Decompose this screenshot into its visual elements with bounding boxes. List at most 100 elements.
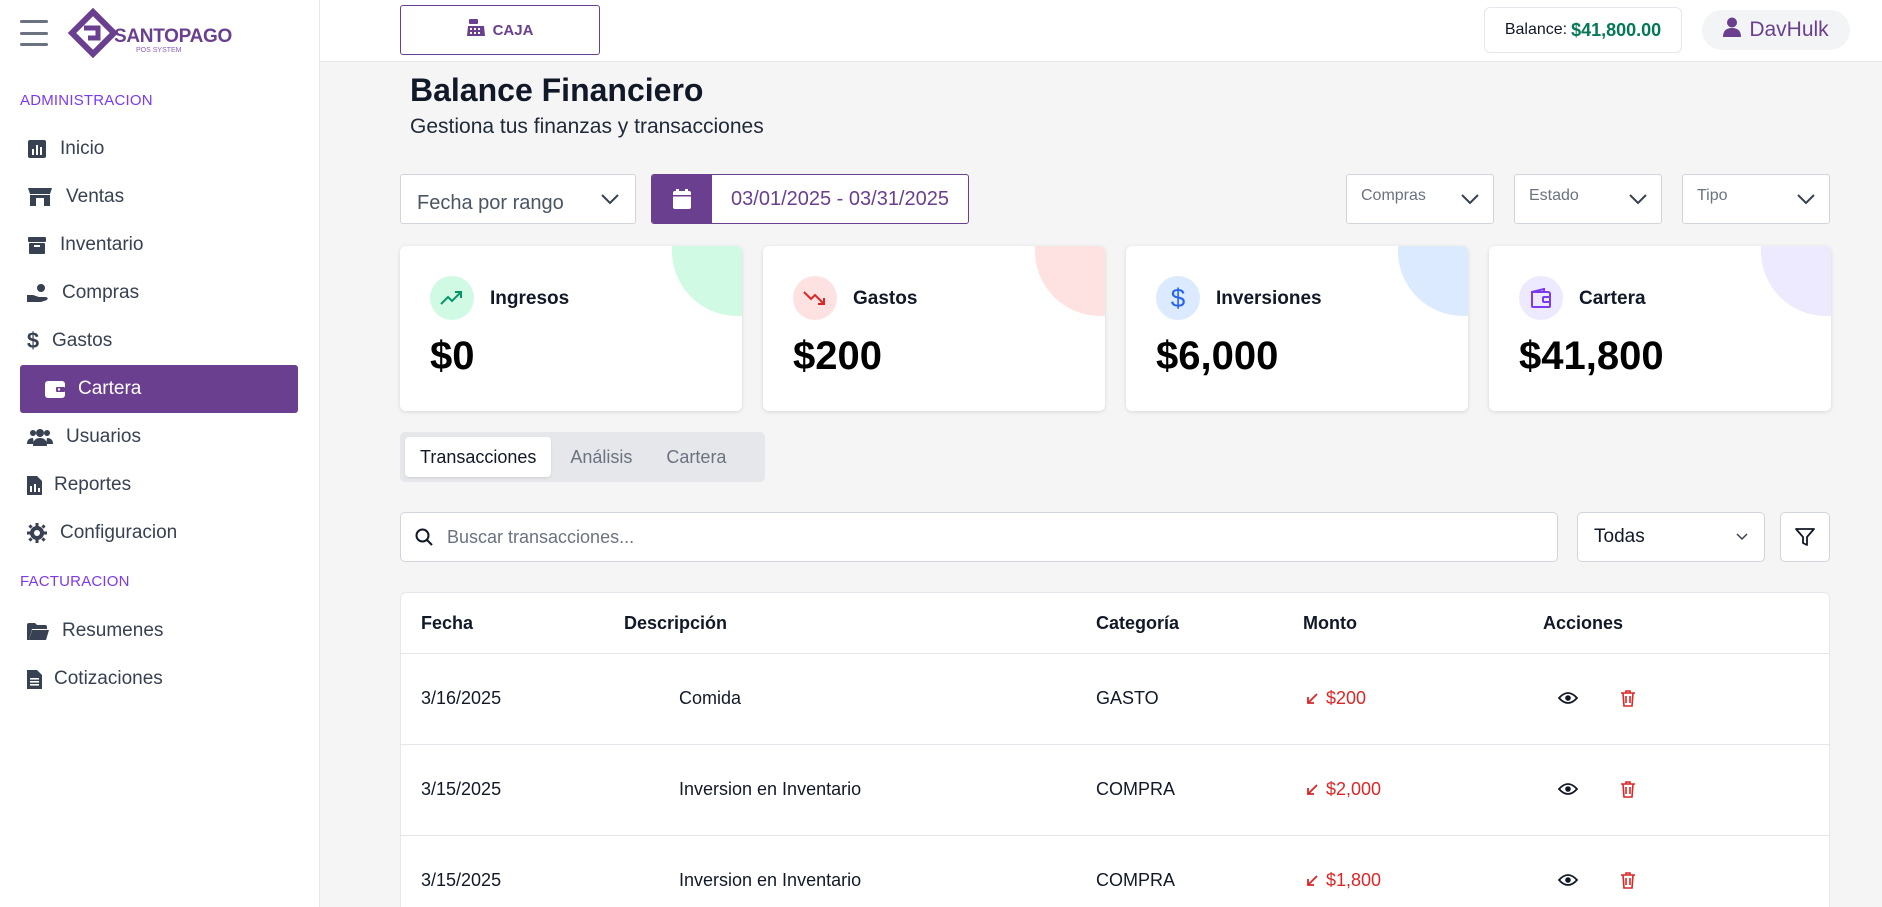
- compras-filter-select[interactable]: Compras: [1346, 174, 1494, 224]
- chart-icon: [26, 138, 48, 160]
- sidebar-item-label: Compras: [62, 282, 140, 303]
- user-menu[interactable]: DavHulk: [1702, 10, 1850, 50]
- section-label-billing: FACTURACION: [20, 573, 130, 590]
- sidebar-item-reportes[interactable]: Reportes: [20, 461, 298, 509]
- table-row: 3/15/2025 Inversion en Inventario COMPRA…: [401, 745, 1829, 836]
- report-icon: [26, 474, 42, 496]
- view-button[interactable]: [1556, 777, 1580, 801]
- monto-value: $2,000: [1326, 779, 1382, 799]
- sidebar-item-inventario[interactable]: Inventario: [20, 221, 298, 269]
- eye-icon: [1558, 692, 1578, 704]
- summary-card-gastos: Gastos $200: [763, 246, 1105, 411]
- chevron-down-icon: [1461, 194, 1479, 205]
- sidebar-item-resumenes[interactable]: Resumenes: [20, 607, 298, 655]
- sidebar-item-cartera[interactable]: Cartera: [20, 365, 298, 413]
- trend-down-icon: [793, 276, 837, 320]
- search-bar: [400, 512, 1558, 562]
- cell-categoria: COMPRA: [1096, 870, 1176, 890]
- summary-card-inversiones: $ Inversiones $6,000: [1126, 246, 1468, 411]
- sidebar-item-label: Cotizaciones: [54, 668, 163, 689]
- trash-icon: [1621, 781, 1635, 798]
- sidebar-item-configuracion[interactable]: Configuracion: [20, 509, 298, 557]
- calendar-icon: [652, 175, 712, 223]
- sidebar-item-label: Cartera: [78, 378, 142, 399]
- column-header-acciones: Acciones: [1543, 613, 1624, 633]
- chevron-down-icon: [601, 194, 619, 205]
- sidebar-item-usuarios[interactable]: Usuarios: [20, 413, 298, 461]
- cell-descripcion: Inversion en Inventario: [679, 779, 862, 799]
- sidebar-item-gastos[interactable]: $ Gastos: [20, 317, 298, 365]
- filter-button[interactable]: [1780, 512, 1830, 562]
- transactions-table: Fecha Descripción Categoría Monto Accion…: [400, 592, 1830, 907]
- cell-descripcion: Comida: [679, 688, 742, 708]
- sidebar-item-label: Inventario: [60, 234, 144, 255]
- dollar-icon: $: [26, 328, 40, 353]
- brand-logo[interactable]: SANTOPAGO POS SYSTEM: [64, 8, 232, 58]
- balance-display: Balance: $41,800.00: [1484, 7, 1682, 53]
- page-subtitle: Gestiona tus finanzas y transacciones: [410, 115, 764, 138]
- table-row: 3/16/2025 Comida GASTO $200: [401, 654, 1829, 745]
- search-icon: [415, 528, 433, 546]
- estado-filter-select[interactable]: Estado: [1514, 174, 1662, 224]
- document-icon: [26, 668, 42, 690]
- delete-button[interactable]: [1616, 868, 1640, 892]
- column-header-descripcion[interactable]: Descripción: [624, 613, 727, 634]
- search-input[interactable]: [447, 526, 1557, 548]
- eye-icon: [1558, 874, 1578, 886]
- view-button[interactable]: [1556, 868, 1580, 892]
- delete-button[interactable]: [1616, 777, 1640, 801]
- sidebar-item-compras[interactable]: Compras: [20, 269, 298, 317]
- tab-analisis[interactable]: Análisis: [555, 437, 647, 477]
- wallet-icon: [44, 378, 66, 400]
- tipo-filter-select[interactable]: Tipo: [1682, 174, 1830, 224]
- cell-monto: $2,000: [1306, 779, 1381, 800]
- arrow-down-left-icon: [1307, 692, 1318, 704]
- column-header-fecha[interactable]: Fecha: [421, 613, 473, 634]
- filter-icon: [1795, 528, 1815, 546]
- view-tabs: Transacciones Análisis Cartera: [400, 432, 765, 482]
- tab-transacciones[interactable]: Transacciones: [405, 437, 552, 477]
- column-header-monto[interactable]: Monto: [1303, 613, 1357, 634]
- trash-icon: [1621, 690, 1635, 707]
- sidebar-item-label: Reportes: [54, 474, 132, 495]
- cell-fecha: 3/15/2025: [421, 870, 502, 890]
- type-filter-select[interactable]: Todas: [1577, 512, 1765, 562]
- cell-fecha: 3/15/2025: [421, 779, 502, 799]
- gear-icon: [26, 522, 48, 544]
- column-header-categoria[interactable]: Categoría: [1096, 613, 1179, 634]
- summary-card-ingresos: Ingresos $0: [400, 246, 742, 411]
- brand-subtitle: POS SYSTEM: [136, 47, 182, 54]
- menu-icon[interactable]: [20, 20, 48, 46]
- date-range-type-value: Fecha por rango: [417, 191, 564, 214]
- balance-label: Balance:: [1504, 21, 1568, 38]
- user-icon: [1723, 17, 1742, 43]
- date-range-type-select[interactable]: Fecha por rango: [400, 174, 636, 224]
- user-name: DavHulk: [1749, 18, 1829, 41]
- chevron-down-icon: [1629, 194, 1647, 205]
- card-label: Gastos: [853, 288, 918, 309]
- tab-cartera[interactable]: Cartera: [651, 437, 741, 477]
- sidebar-item-label: Usuarios: [66, 426, 141, 447]
- sidebar: SANTOPAGO POS SYSTEM ADMINISTRACION Inic…: [0, 0, 320, 907]
- hand-money-icon: [26, 282, 50, 304]
- sidebar-item-cotizaciones[interactable]: Cotizaciones: [20, 655, 298, 703]
- sidebar-item-label: Ventas: [66, 186, 125, 207]
- folder-icon: [26, 620, 50, 642]
- cell-descripcion: Inversion en Inventario: [679, 870, 862, 890]
- delete-button[interactable]: [1616, 686, 1640, 710]
- caja-button[interactable]: CAJA: [400, 5, 600, 55]
- trend-up-icon: [430, 276, 474, 320]
- store-icon: [26, 186, 54, 208]
- sidebar-item-label: Resumenes: [62, 620, 164, 641]
- top-bar: CAJA Balance: $41,800.00 DavHulk: [320, 0, 1882, 62]
- compras-filter-value: Compras: [1361, 187, 1426, 204]
- monto-value: $200: [1326, 688, 1367, 708]
- sidebar-item-inicio[interactable]: Inicio: [20, 125, 298, 173]
- eye-icon: [1558, 783, 1578, 795]
- cash-register-icon: [466, 19, 485, 41]
- view-button[interactable]: [1556, 686, 1580, 710]
- sidebar-item-label: Inicio: [60, 138, 105, 159]
- sidebar-item-ventas[interactable]: Ventas: [20, 173, 298, 221]
- type-filter-value: Todas: [1594, 526, 1645, 547]
- date-range-picker[interactable]: 03/01/2025 - 03/31/2025: [651, 174, 969, 224]
